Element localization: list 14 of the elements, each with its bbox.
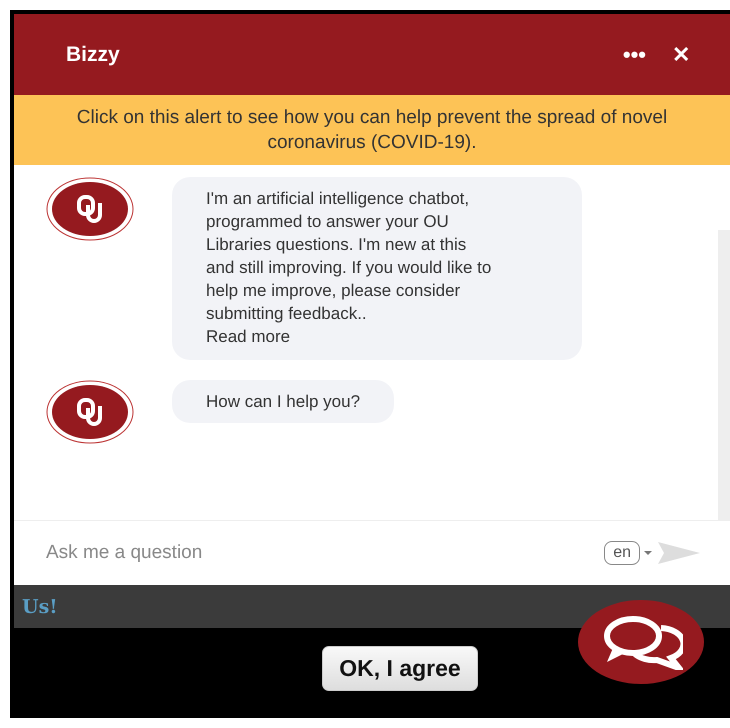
question-field[interactable]: Ask me a question en (14, 520, 730, 585)
banner-text: Us! (22, 596, 58, 618)
logo-icon (46, 380, 134, 444)
read-more-link[interactable]: Read more (206, 325, 498, 348)
caret-icon[interactable] (644, 550, 652, 556)
message-text: I'm an artificial intelligence chatbot, programmed to answer your OU Libraries questions. I'm new at this and still improving. If you would like to help me improve, please consider submitting feedback.. (206, 188, 492, 325)
close-button[interactable]: ✕ (672, 42, 690, 68)
logo-icon (46, 177, 134, 241)
more-button[interactable]: ••• (622, 42, 646, 68)
chat-title: Bizzy (66, 42, 121, 66)
message-text: How can I help you? (206, 391, 360, 413)
language-button[interactable]: en (604, 541, 640, 565)
agree-button[interactable]: OK, I agree (322, 646, 478, 691)
covid-alert[interactable]: Click on this alert to see how you can help prevent the spread of novel coronavirus (COVID-19). (14, 95, 730, 165)
